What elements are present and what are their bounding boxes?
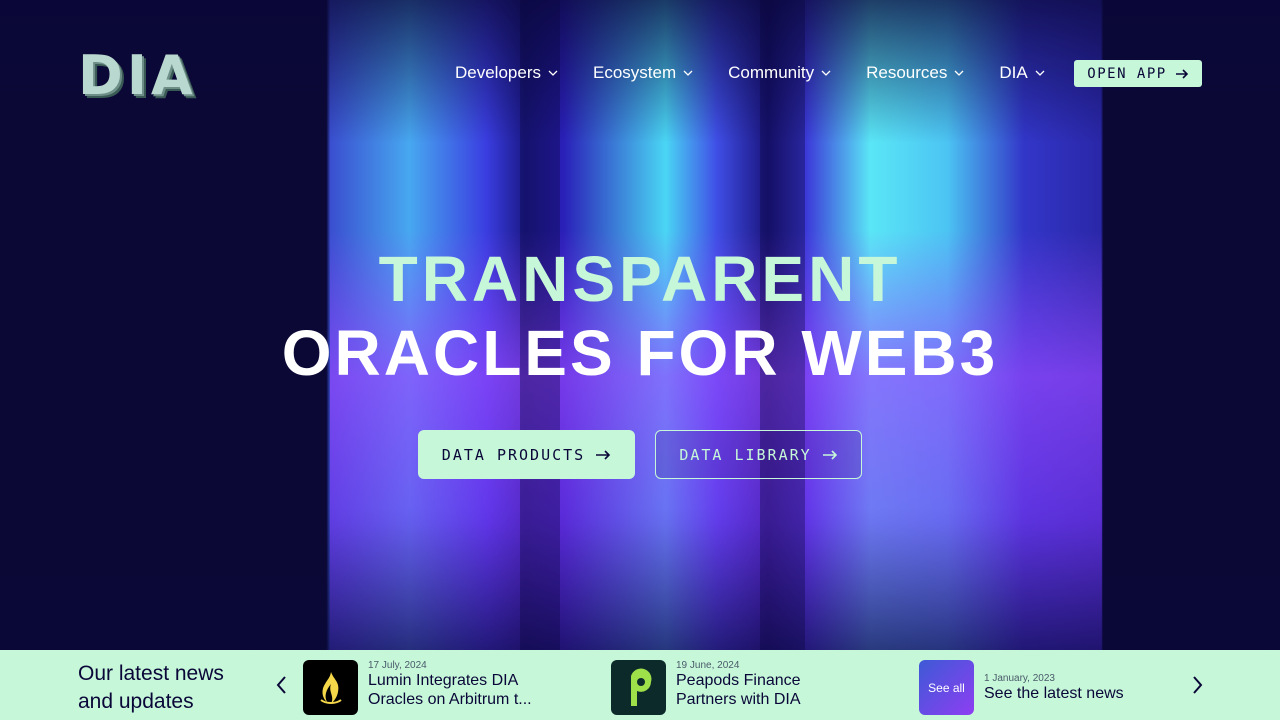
chevron-down-icon [954, 70, 964, 76]
news-date: 19 June, 2024 [676, 660, 740, 671]
nav-item-label: DIA [999, 63, 1028, 82]
hero-title-line2: ORACLES FOR WEB3 [281, 317, 999, 389]
lumin-flame-icon [319, 671, 342, 704]
open-app-button[interactable]: OPEN APP [1074, 60, 1202, 87]
lumin-thumbnail [303, 660, 358, 715]
see-all-thumbnail: See all [919, 660, 974, 715]
arrow-right-icon [596, 449, 611, 460]
news-title: Peapods Finance Partners with DIA [676, 672, 801, 708]
news-item-see-all[interactable]: See all 1 January, 2023 See the latest n… [919, 660, 1184, 715]
chevron-down-icon [548, 70, 558, 76]
peapods-p-icon [630, 668, 651, 706]
arrow-right-icon [822, 449, 837, 460]
data-library-button[interactable]: DATA LIBRARY [655, 430, 862, 479]
news-item-text: 17 July, 2024 Lumin Integrates DIA Oracl… [368, 660, 548, 715]
main-nav: Developers Ecosystem Community Resources… [455, 60, 1080, 86]
open-app-label: OPEN APP [1087, 65, 1167, 82]
nav-item-label: Ecosystem [593, 63, 677, 82]
nav-item-label: Community [728, 63, 815, 82]
news-item[interactable]: 19 June, 2024 Peapods Finance Partners w… [611, 660, 856, 715]
news-date: 17 July, 2024 [368, 660, 427, 671]
nav-item-community[interactable]: Community [728, 60, 832, 86]
nav-item-ecosystem[interactable]: Ecosystem [593, 60, 694, 86]
news-title: Lumin Integrates DIA Oracles on Arbitrum… [368, 672, 532, 708]
news-item-text: 1 January, 2023 See the latest news [984, 660, 1184, 715]
news-title: See the latest news [984, 684, 1124, 702]
nav-item-resources[interactable]: Resources [866, 60, 965, 86]
peapods-thumbnail [611, 660, 666, 715]
chevron-down-icon [1035, 70, 1045, 76]
hero-title-line1: TRANSPARENT [378, 243, 902, 315]
chevron-down-icon [683, 70, 693, 76]
data-products-button[interactable]: DATA PRODUCTS [418, 430, 635, 479]
chevron-down-icon [821, 70, 831, 76]
nav-item-developers[interactable]: Developers [455, 60, 559, 86]
news-heading: Our latest news and updates [78, 662, 224, 713]
chevron-right-icon[interactable] [1191, 674, 1205, 696]
nav-item-label: Resources [866, 63, 948, 82]
news-item-text: 19 June, 2024 Peapods Finance Partners w… [676, 660, 856, 715]
data-products-label: DATA PRODUCTS [441, 445, 586, 464]
arrow-right-icon [1175, 68, 1188, 79]
nav-item-label: Developers [455, 63, 541, 82]
dia-logo[interactable]: DIA [78, 44, 197, 107]
news-date: 1 January, 2023 [984, 672, 1055, 684]
nav-item-dia[interactable]: DIA [999, 60, 1045, 86]
news-bar: Our latest news and updates 17 July, 202… [0, 650, 1280, 720]
news-item[interactable]: 17 July, 2024 Lumin Integrates DIA Oracl… [303, 660, 548, 715]
chevron-left-icon[interactable] [274, 674, 288, 696]
data-library-label: DATA LIBRARY [679, 445, 812, 464]
